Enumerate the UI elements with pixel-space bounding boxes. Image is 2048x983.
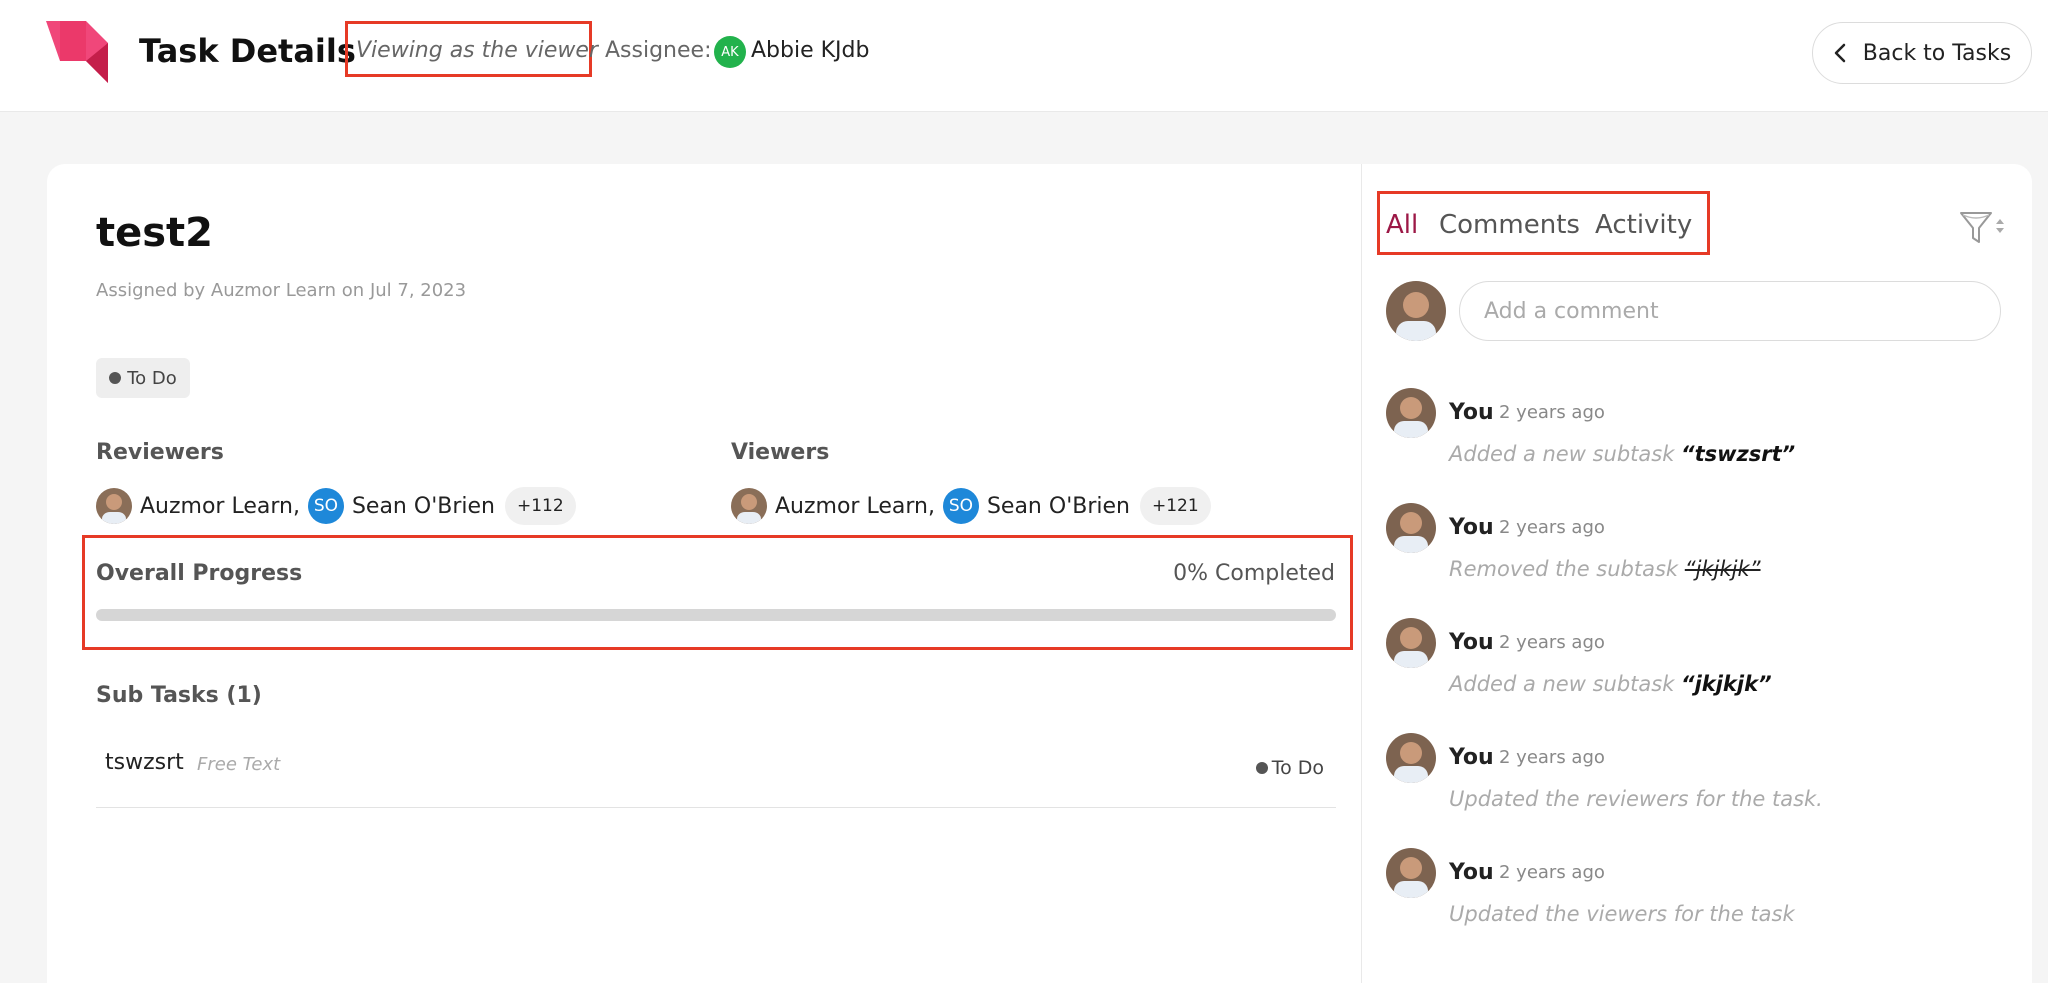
- avatar: [1386, 848, 1436, 898]
- brand-logo-icon[interactable]: [46, 21, 108, 83]
- tab-all[interactable]: All: [1386, 210, 1418, 240]
- activity-text: Removed the subtask “jkjkjk”: [1449, 557, 1761, 581]
- activity-description: Added a new subtask: [1449, 442, 1682, 466]
- activity-user: You: [1449, 860, 1494, 885]
- activity-user: You: [1449, 630, 1494, 655]
- activity-time: 2 years ago: [1499, 402, 1605, 423]
- activity-description: Added a new subtask: [1449, 672, 1682, 696]
- top-header: Task Details Viewing as the viewer Assig…: [0, 0, 2048, 112]
- reviewer-name[interactable]: Auzmor Learn,: [140, 494, 300, 519]
- activity-item: You 2 years ago Removed the subtask “jkj…: [1386, 503, 2006, 603]
- activity-target: “jkjkjk”: [1681, 672, 1772, 696]
- avatar[interactable]: [96, 488, 132, 524]
- avatar: [1386, 281, 1446, 341]
- subtask-status-label: To Do: [1271, 757, 1324, 779]
- tab-comments[interactable]: Comments: [1439, 210, 1580, 240]
- subtask-type: Free Text: [197, 754, 281, 775]
- dot-icon: [1255, 762, 1268, 774]
- panel-divider: [1361, 164, 1362, 983]
- activity-target: “tswzsrt”: [1681, 442, 1796, 466]
- assignee-avatar: AK: [714, 36, 746, 68]
- activity-item: You 2 years ago Added a new subtask “jkj…: [1386, 618, 2006, 718]
- overall-progress-label: Overall Progress: [96, 561, 303, 586]
- viewer-name[interactable]: Sean O'Brien: [987, 494, 1130, 519]
- viewer-mode-label: Viewing as the viewer: [356, 38, 598, 63]
- chevron-left-icon: [1834, 43, 1846, 63]
- viewers-label: Viewers: [731, 440, 830, 465]
- activity-text: Updated the reviewers for the task.: [1449, 787, 1823, 811]
- avatar: [1386, 388, 1436, 438]
- avatar[interactable]: SO: [307, 488, 344, 524]
- filter-funnel-icon[interactable]: [1958, 209, 2006, 247]
- task-title: test2: [96, 210, 214, 256]
- avatar[interactable]: [731, 488, 767, 524]
- task-status-label: To Do: [127, 367, 177, 389]
- comment-input[interactable]: [1459, 281, 2001, 341]
- activity-item: You 2 years ago Added a new subtask “tsw…: [1386, 388, 2006, 488]
- activity-item: You 2 years ago Updated the reviewers fo…: [1386, 733, 2006, 833]
- back-to-tasks-label: Back to Tasks: [1862, 40, 2012, 66]
- viewers-list: Auzmor Learn, SO Sean O'Brien +121: [731, 486, 1211, 526]
- more-reviewers-chip[interactable]: +112: [504, 487, 576, 525]
- progress-value: 0% Completed: [1173, 561, 1335, 586]
- avatar: [1386, 618, 1436, 668]
- assignee-label: Assignee:: [605, 38, 712, 63]
- page-title: Task Details: [139, 32, 356, 70]
- dot-icon: [109, 372, 122, 384]
- back-to-tasks-button[interactable]: Back to Tasks: [1812, 22, 2032, 84]
- activity-text: Added a new subtask “jkjkjk”: [1449, 672, 1772, 696]
- activity-item: You 2 years ago Updated the viewers for …: [1386, 848, 2006, 948]
- subtask-status-badge[interactable]: To Do: [1255, 757, 1324, 779]
- assigned-by-text: Assigned by Auzmor Learn on Jul 7, 2023: [96, 280, 467, 301]
- activity-description: Removed the subtask: [1449, 557, 1685, 581]
- progress-bar: [96, 609, 1336, 621]
- progress-highlight: [82, 535, 1353, 650]
- activity-target: “jkjkjk”: [1684, 557, 1761, 581]
- activity-time: 2 years ago: [1499, 517, 1605, 538]
- activity-time: 2 years ago: [1499, 632, 1605, 653]
- activity-user: You: [1449, 400, 1494, 425]
- reviewers-label: Reviewers: [96, 440, 224, 465]
- assignee-name[interactable]: Abbie KJdb: [751, 38, 869, 63]
- subtask-name[interactable]: tswzsrt: [105, 750, 184, 775]
- viewer-name[interactable]: Auzmor Learn,: [775, 494, 935, 519]
- activity-user: You: [1449, 515, 1494, 540]
- activity-text: Added a new subtask “tswzsrt”: [1449, 442, 1795, 466]
- avatar: [1386, 503, 1436, 553]
- task-status-badge[interactable]: To Do: [96, 358, 190, 398]
- reviewer-name[interactable]: Sean O'Brien: [352, 494, 495, 519]
- more-viewers-chip[interactable]: +121: [1139, 487, 1211, 525]
- avatar: [1386, 733, 1436, 783]
- tab-activity[interactable]: Activity: [1595, 210, 1692, 240]
- avatar[interactable]: SO: [942, 488, 979, 524]
- activity-text: Updated the viewers for the task: [1449, 902, 1795, 926]
- activity-time: 2 years ago: [1499, 862, 1605, 883]
- subtask-row[interactable]: tswzsrt Free Text To Do: [96, 733, 1336, 808]
- activity-time: 2 years ago: [1499, 747, 1605, 768]
- activity-user: You: [1449, 745, 1494, 770]
- subtasks-label: Sub Tasks (1): [96, 683, 262, 708]
- reviewers-list: Auzmor Learn, SO Sean O'Brien +112: [96, 486, 576, 526]
